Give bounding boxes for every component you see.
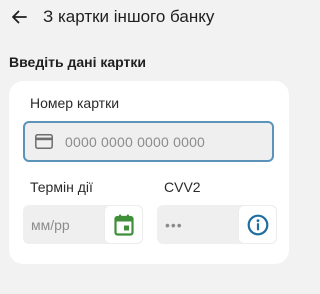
expiry-input[interactable] bbox=[31, 215, 101, 234]
cvv-info-button[interactable] bbox=[238, 205, 277, 244]
back-button[interactable] bbox=[6, 4, 32, 30]
cvv-field[interactable] bbox=[157, 205, 277, 244]
expiry-field[interactable] bbox=[23, 205, 143, 244]
page-title: З картки іншого банку bbox=[43, 7, 215, 26]
card-number-label: Номер картки bbox=[30, 95, 120, 111]
info-icon bbox=[247, 214, 268, 235]
expiry-label: Термін дії bbox=[30, 179, 93, 195]
card-details-form: Номер картки Термін дії CVV2 bbox=[9, 81, 289, 264]
arrow-left-icon bbox=[12, 10, 27, 24]
card-number-field[interactable] bbox=[23, 121, 274, 162]
calendar-icon bbox=[113, 214, 134, 236]
card-number-input[interactable] bbox=[65, 132, 265, 151]
app-bar: З картки іншого банку bbox=[0, 0, 300, 36]
section-heading: Введіть дані картки bbox=[9, 54, 146, 70]
cvv-input[interactable] bbox=[165, 215, 225, 234]
credit-card-icon bbox=[35, 134, 53, 149]
cvv-label: CVV2 bbox=[164, 179, 201, 195]
calendar-button[interactable] bbox=[104, 205, 143, 244]
